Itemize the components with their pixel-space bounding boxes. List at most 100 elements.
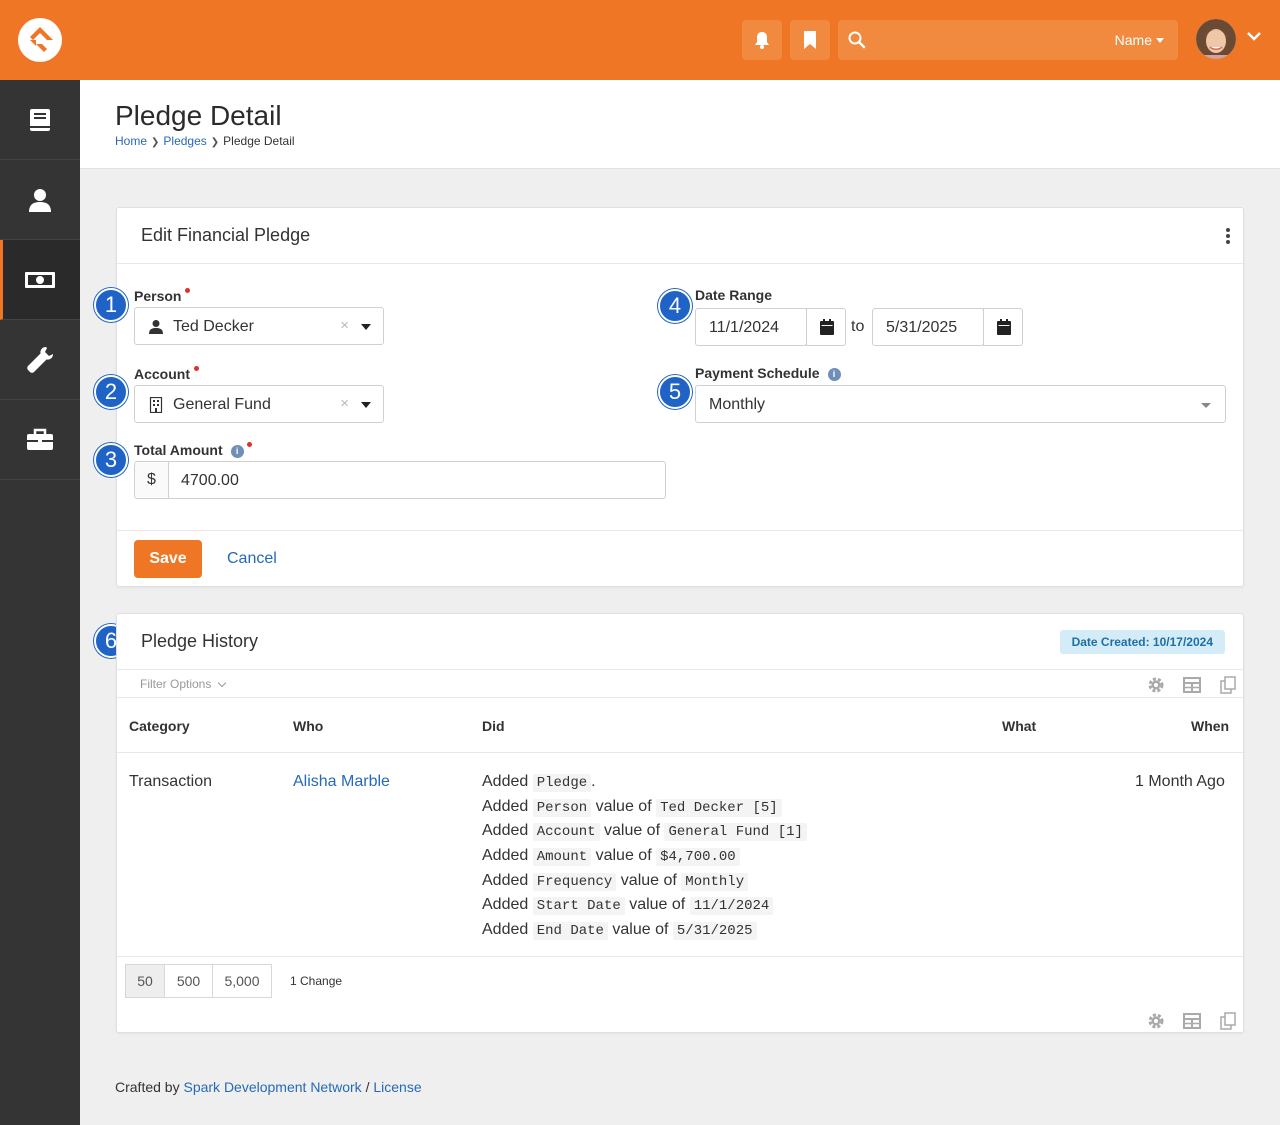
info-icon[interactable]: i xyxy=(827,368,841,381)
copy-icon[interactable] xyxy=(1220,676,1236,694)
caret-down-icon[interactable] xyxy=(361,324,371,330)
did-line: Added Frequency value of Monthly xyxy=(482,872,749,891)
person-icon xyxy=(29,189,51,212)
field-name: Amount xyxy=(532,848,592,866)
sidebar xyxy=(0,80,80,1125)
briefcase-icon xyxy=(27,428,53,450)
column-header-when[interactable]: When xyxy=(1191,718,1229,734)
caret-down-icon xyxy=(1156,38,1164,43)
end-date-calendar-button[interactable] xyxy=(983,308,1023,346)
column-header-who[interactable]: Who xyxy=(293,718,323,734)
info-icon[interactable]: i xyxy=(230,445,244,458)
callout-2: 2 xyxy=(94,375,128,409)
column-header-what[interactable]: What xyxy=(1002,718,1036,734)
callout-3: 3 xyxy=(94,443,128,477)
did-line: Added Start Date value of 11/1/2024 xyxy=(482,896,774,915)
column-header-did[interactable]: Did xyxy=(482,718,505,734)
clear-icon[interactable]: × xyxy=(340,395,349,412)
footer-org-link[interactable]: Spark Development Network xyxy=(183,1079,361,1095)
building-icon xyxy=(149,397,163,413)
field-value: $4,700.00 xyxy=(656,848,740,866)
page-size-50[interactable]: 50 xyxy=(125,964,165,998)
table-icon[interactable] xyxy=(1183,1013,1201,1029)
more-options-icon[interactable] xyxy=(1225,228,1231,244)
payment-schedule-select[interactable]: Monthly xyxy=(695,385,1226,423)
table-icon[interactable] xyxy=(1183,677,1201,693)
required-indicator xyxy=(194,366,199,371)
calendar-icon xyxy=(820,319,834,335)
filter-options-toggle[interactable]: Filter Options xyxy=(140,677,227,691)
sidebar-item-tools[interactable] xyxy=(0,400,80,480)
who-link[interactable]: Alisha Marble xyxy=(293,773,390,790)
gear-icon[interactable] xyxy=(1147,676,1165,694)
sidebar-item-people[interactable] xyxy=(0,160,80,240)
avatar[interactable] xyxy=(1196,19,1236,59)
cancel-button[interactable]: Cancel xyxy=(227,550,277,568)
field-value: Ted Decker [5] xyxy=(656,799,782,817)
person-picker[interactable]: Ted Decker × xyxy=(134,307,384,345)
footer-separator: / xyxy=(365,1079,370,1095)
payment-schedule-value: Monthly xyxy=(709,396,766,413)
field-value: Monthly xyxy=(681,873,749,891)
breadcrumb-home[interactable]: Home xyxy=(115,134,147,148)
clear-icon[interactable]: × xyxy=(340,317,349,334)
copy-icon[interactable] xyxy=(1220,1012,1236,1030)
start-date-value: 11/1/2024 xyxy=(709,319,779,336)
required-indicator xyxy=(246,442,252,447)
start-date-field[interactable]: 11/1/2024 xyxy=(695,308,807,346)
footer-prefix: Crafted by xyxy=(115,1079,180,1095)
breadcrumb-pledges[interactable]: Pledges xyxy=(163,134,206,148)
chevron-down-icon[interactable] xyxy=(1246,30,1262,42)
callout-1: 1 xyxy=(94,288,128,322)
save-button[interactable]: Save xyxy=(134,540,202,578)
panel-title: Pledge History xyxy=(141,631,259,651)
notifications-button[interactable] xyxy=(742,20,782,60)
category-cell: Transaction xyxy=(129,773,212,790)
caret-down-icon[interactable] xyxy=(361,402,371,408)
total-amount-label: Total Amount i xyxy=(134,442,252,458)
sidebar-item-finance[interactable] xyxy=(0,240,80,320)
page-size-5000[interactable]: 5,000 xyxy=(212,964,272,998)
divider xyxy=(117,956,1243,957)
caret-down-icon xyxy=(1201,403,1211,408)
panel-title: Edit Financial Pledge xyxy=(141,225,311,245)
calendar-icon xyxy=(997,319,1011,335)
search-input[interactable] xyxy=(872,20,1092,60)
did-line: Added Amount value of $4,700.00 xyxy=(482,847,740,866)
date-range-to: to xyxy=(851,318,865,335)
person-icon xyxy=(149,320,163,334)
footer: Crafted by Spark Development Network / L… xyxy=(115,1079,422,1095)
divider xyxy=(117,530,1243,531)
filter-options-label: Filter Options xyxy=(140,677,212,691)
bell-icon xyxy=(755,32,769,49)
gear-icon[interactable] xyxy=(1147,1012,1165,1030)
account-picker[interactable]: General Fund × xyxy=(134,385,384,423)
footer-license-link[interactable]: License xyxy=(373,1079,421,1095)
chevron-right-icon: ❯ xyxy=(151,137,160,148)
account-value: General Fund xyxy=(173,396,271,413)
end-date-field[interactable]: 5/31/2025 xyxy=(872,308,984,346)
sidebar-item-books[interactable] xyxy=(0,80,80,160)
start-date-calendar-button[interactable] xyxy=(806,308,846,346)
page-size-500[interactable]: 500 xyxy=(164,964,213,998)
callout-5: 5 xyxy=(658,375,692,409)
chevron-down-icon xyxy=(218,678,227,688)
field-value: 11/1/2024 xyxy=(689,897,774,915)
sidebar-item-admin-tools[interactable] xyxy=(0,320,80,400)
field-name: End Date xyxy=(532,922,608,940)
required-indicator xyxy=(185,288,191,293)
divider xyxy=(117,697,1243,698)
date-range-label: Date Range xyxy=(695,287,773,303)
search-scope-dropdown[interactable]: Name xyxy=(1115,32,1164,48)
breadcrumb-current: Pledge Detail xyxy=(223,134,295,148)
top-bar: Name xyxy=(0,0,1280,80)
bookmarks-button[interactable] xyxy=(790,20,830,60)
divider xyxy=(117,752,1243,753)
page-title: Pledge Detail xyxy=(115,100,282,131)
field-name: Start Date xyxy=(532,897,625,915)
divider xyxy=(117,263,1243,264)
column-header-category[interactable]: Category xyxy=(129,718,190,734)
total-amount-field[interactable]: $ 4700.00 xyxy=(134,461,666,499)
chevron-right-icon: ❯ xyxy=(210,137,220,148)
logo-icon[interactable] xyxy=(18,18,62,62)
